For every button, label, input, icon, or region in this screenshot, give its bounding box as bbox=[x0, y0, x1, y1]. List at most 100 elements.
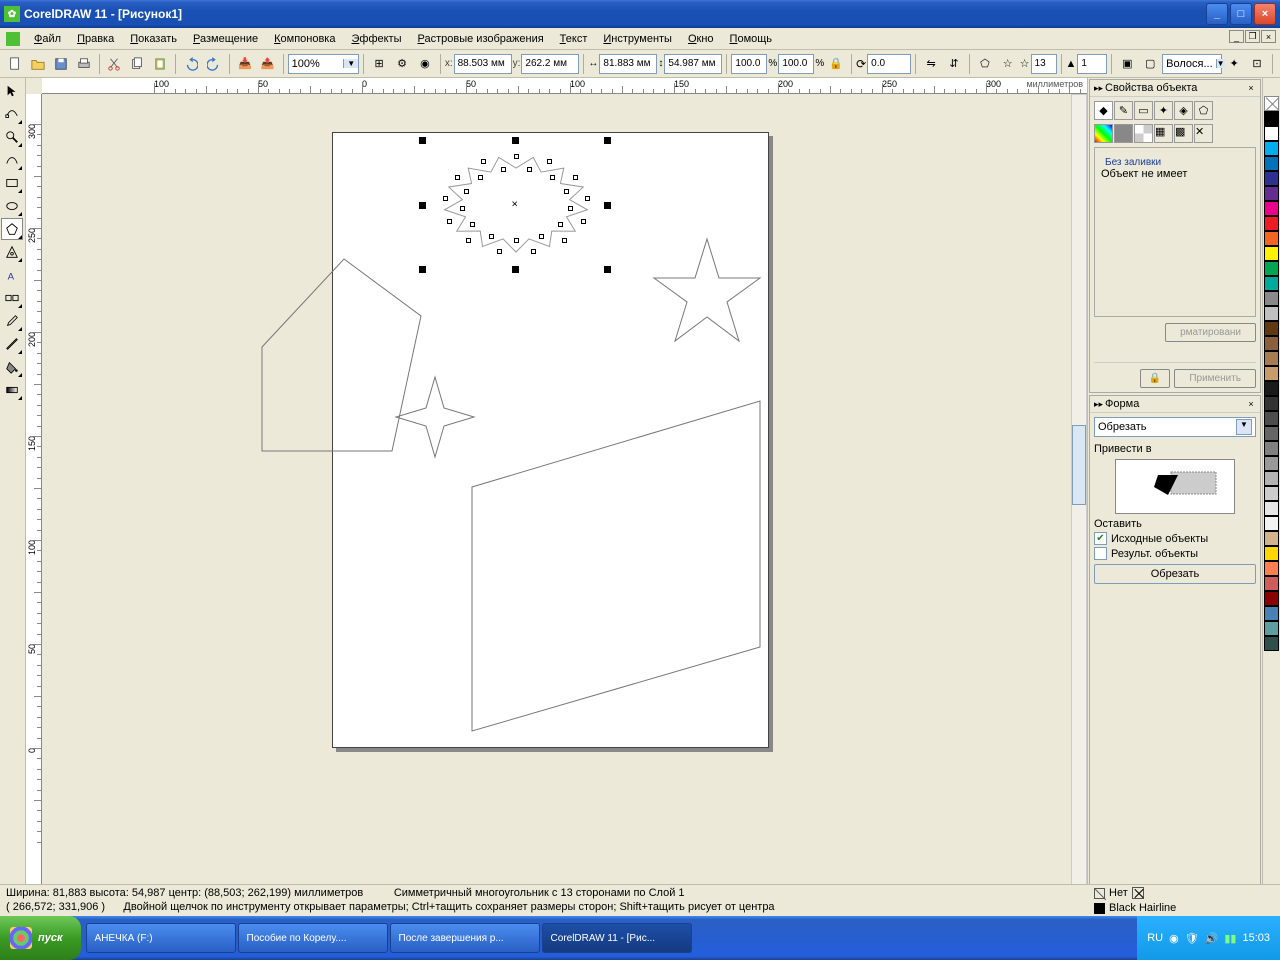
color-swatch[interactable] bbox=[1264, 261, 1279, 276]
new-file-button[interactable] bbox=[4, 53, 26, 75]
scale-y-input[interactable] bbox=[778, 54, 814, 74]
color-swatch[interactable] bbox=[1264, 576, 1279, 591]
copy-button[interactable] bbox=[126, 53, 148, 75]
pos-y-input[interactable] bbox=[521, 54, 579, 74]
ruler-horizontal[interactable]: миллиметров 10050050100150200250300 bbox=[42, 78, 1087, 94]
taskbar-task[interactable]: CorelDRAW 11 - [Рис... bbox=[542, 923, 692, 953]
lock-button[interactable]: 🔒 bbox=[1140, 369, 1170, 388]
menu-Компоновка[interactable]: Компоновка bbox=[266, 31, 343, 47]
freehand-tool[interactable] bbox=[1, 149, 23, 171]
cut-button[interactable] bbox=[104, 53, 126, 75]
convert-curves-button[interactable]: ✦ bbox=[1223, 53, 1245, 75]
star-mode-button[interactable]: ☆ bbox=[997, 53, 1019, 75]
texture-fill-button[interactable]: ▩ bbox=[1174, 124, 1193, 143]
shaping-mode-combo[interactable]: Обрезать▼ bbox=[1094, 417, 1256, 437]
width-input[interactable] bbox=[599, 54, 657, 74]
color-swatch[interactable] bbox=[1264, 216, 1279, 231]
save-button[interactable] bbox=[50, 53, 72, 75]
scale-x-input[interactable] bbox=[731, 54, 767, 74]
minimize-button[interactable]: _ bbox=[1206, 3, 1228, 25]
color-swatch[interactable] bbox=[1264, 276, 1279, 291]
menu-Текст[interactable]: Текст bbox=[552, 31, 596, 47]
polygon-tool[interactable] bbox=[1, 218, 23, 240]
menu-Инструменты[interactable]: Инструменты bbox=[595, 31, 680, 47]
pick-tool[interactable] bbox=[1, 80, 23, 102]
options-button[interactable]: ⚙ bbox=[391, 53, 413, 75]
formatting-button[interactable]: рматировани bbox=[1165, 323, 1256, 342]
menu-Правка[interactable]: Правка bbox=[69, 31, 122, 47]
tab6[interactable]: ⬠ bbox=[1194, 101, 1213, 120]
mirror-h-button[interactable]: ⇋ bbox=[920, 53, 942, 75]
print-button[interactable] bbox=[73, 53, 95, 75]
angle-input[interactable] bbox=[867, 54, 911, 74]
trim-button[interactable]: Обрезать bbox=[1094, 564, 1256, 584]
color-swatch[interactable] bbox=[1264, 201, 1279, 216]
color-swatch[interactable] bbox=[1264, 561, 1279, 576]
import-button[interactable]: 📥 bbox=[234, 53, 256, 75]
shape-tool[interactable] bbox=[1, 103, 23, 125]
color-swatch[interactable] bbox=[1264, 621, 1279, 636]
color-swatch[interactable] bbox=[1264, 366, 1279, 381]
color-swatch[interactable] bbox=[1264, 126, 1279, 141]
text-tool[interactable]: A bbox=[1, 264, 23, 286]
color-swatch[interactable] bbox=[1264, 156, 1279, 171]
mirror-v-button[interactable]: ⇵ bbox=[943, 53, 965, 75]
color-swatch[interactable] bbox=[1264, 501, 1279, 516]
tab3[interactable]: ▭ bbox=[1134, 101, 1153, 120]
maximize-button[interactable]: □ bbox=[1230, 3, 1252, 25]
sides-input[interactable] bbox=[1031, 54, 1057, 74]
menu-Размещение[interactable]: Размещение bbox=[185, 31, 266, 47]
color-swatch[interactable] bbox=[1264, 351, 1279, 366]
uniform-fill-button[interactable] bbox=[1114, 124, 1133, 143]
outline-tab[interactable]: ✎ bbox=[1114, 101, 1133, 120]
wrap-button[interactable]: ⊡ bbox=[1246, 53, 1268, 75]
menu-Помощь[interactable]: Помощь bbox=[722, 31, 781, 47]
ellipse-tool[interactable] bbox=[1, 195, 23, 217]
no-color-swatch[interactable] bbox=[1264, 96, 1279, 111]
app-launcher-button[interactable]: ◉ bbox=[414, 53, 436, 75]
tab4[interactable]: ✦ bbox=[1154, 101, 1173, 120]
menu-Файл[interactable]: Файл bbox=[26, 31, 69, 47]
postscript-fill-button[interactable]: ✕ bbox=[1194, 124, 1213, 143]
color-swatch[interactable] bbox=[1264, 606, 1279, 621]
color-swatch[interactable] bbox=[1264, 531, 1279, 546]
color-swatch[interactable] bbox=[1264, 396, 1279, 411]
color-swatch[interactable] bbox=[1264, 456, 1279, 471]
color-swatch[interactable] bbox=[1264, 441, 1279, 456]
rectangle-tool[interactable] bbox=[1, 172, 23, 194]
keep-result-checkbox[interactable]: Результ. объекты bbox=[1094, 547, 1256, 560]
fill-tool[interactable] bbox=[1, 356, 23, 378]
color-swatch[interactable] bbox=[1264, 306, 1279, 321]
undo-button[interactable] bbox=[180, 53, 202, 75]
open-file-button[interactable] bbox=[27, 53, 49, 75]
tray-icon[interactable]: 🔊 bbox=[1205, 932, 1219, 945]
close-button[interactable]: × bbox=[1254, 3, 1276, 25]
tray-icon[interactable]: 🛡 bbox=[1185, 932, 1199, 945]
lock-ratio-button[interactable]: 🔒 bbox=[825, 53, 847, 75]
color-swatch[interactable] bbox=[1264, 246, 1279, 261]
paste-button[interactable] bbox=[149, 53, 171, 75]
color-swatch[interactable] bbox=[1264, 516, 1279, 531]
color-swatch[interactable] bbox=[1264, 486, 1279, 501]
fill-tab[interactable]: ◆ bbox=[1094, 101, 1113, 120]
pattern-fill-button[interactable]: ▦ bbox=[1154, 124, 1173, 143]
color-swatch[interactable] bbox=[1264, 141, 1279, 156]
color-swatch[interactable] bbox=[1264, 231, 1279, 246]
menu-Эффекты[interactable]: Эффекты bbox=[343, 31, 409, 47]
color-swatch[interactable] bbox=[1264, 546, 1279, 561]
zoom-tool[interactable] bbox=[1, 126, 23, 148]
color-swatch[interactable] bbox=[1264, 426, 1279, 441]
scrollbar-vertical[interactable] bbox=[1071, 94, 1087, 922]
basic-shapes-tool[interactable] bbox=[1, 241, 23, 263]
to-back-button[interactable]: ▢ bbox=[1139, 53, 1161, 75]
menu-Окно[interactable]: Окно bbox=[680, 31, 722, 47]
menu-Показать[interactable]: Показать bbox=[122, 31, 185, 47]
to-front-button[interactable]: ▣ bbox=[1116, 53, 1138, 75]
start-button[interactable]: пуск bbox=[0, 916, 81, 960]
docker-close-icon[interactable]: × bbox=[1246, 83, 1256, 93]
outline-tool[interactable] bbox=[1, 333, 23, 355]
color-swatch[interactable] bbox=[1264, 291, 1279, 306]
color-swatch[interactable] bbox=[1264, 591, 1279, 606]
color-swatch[interactable] bbox=[1264, 381, 1279, 396]
snap-button[interactable]: ⊞ bbox=[368, 53, 390, 75]
